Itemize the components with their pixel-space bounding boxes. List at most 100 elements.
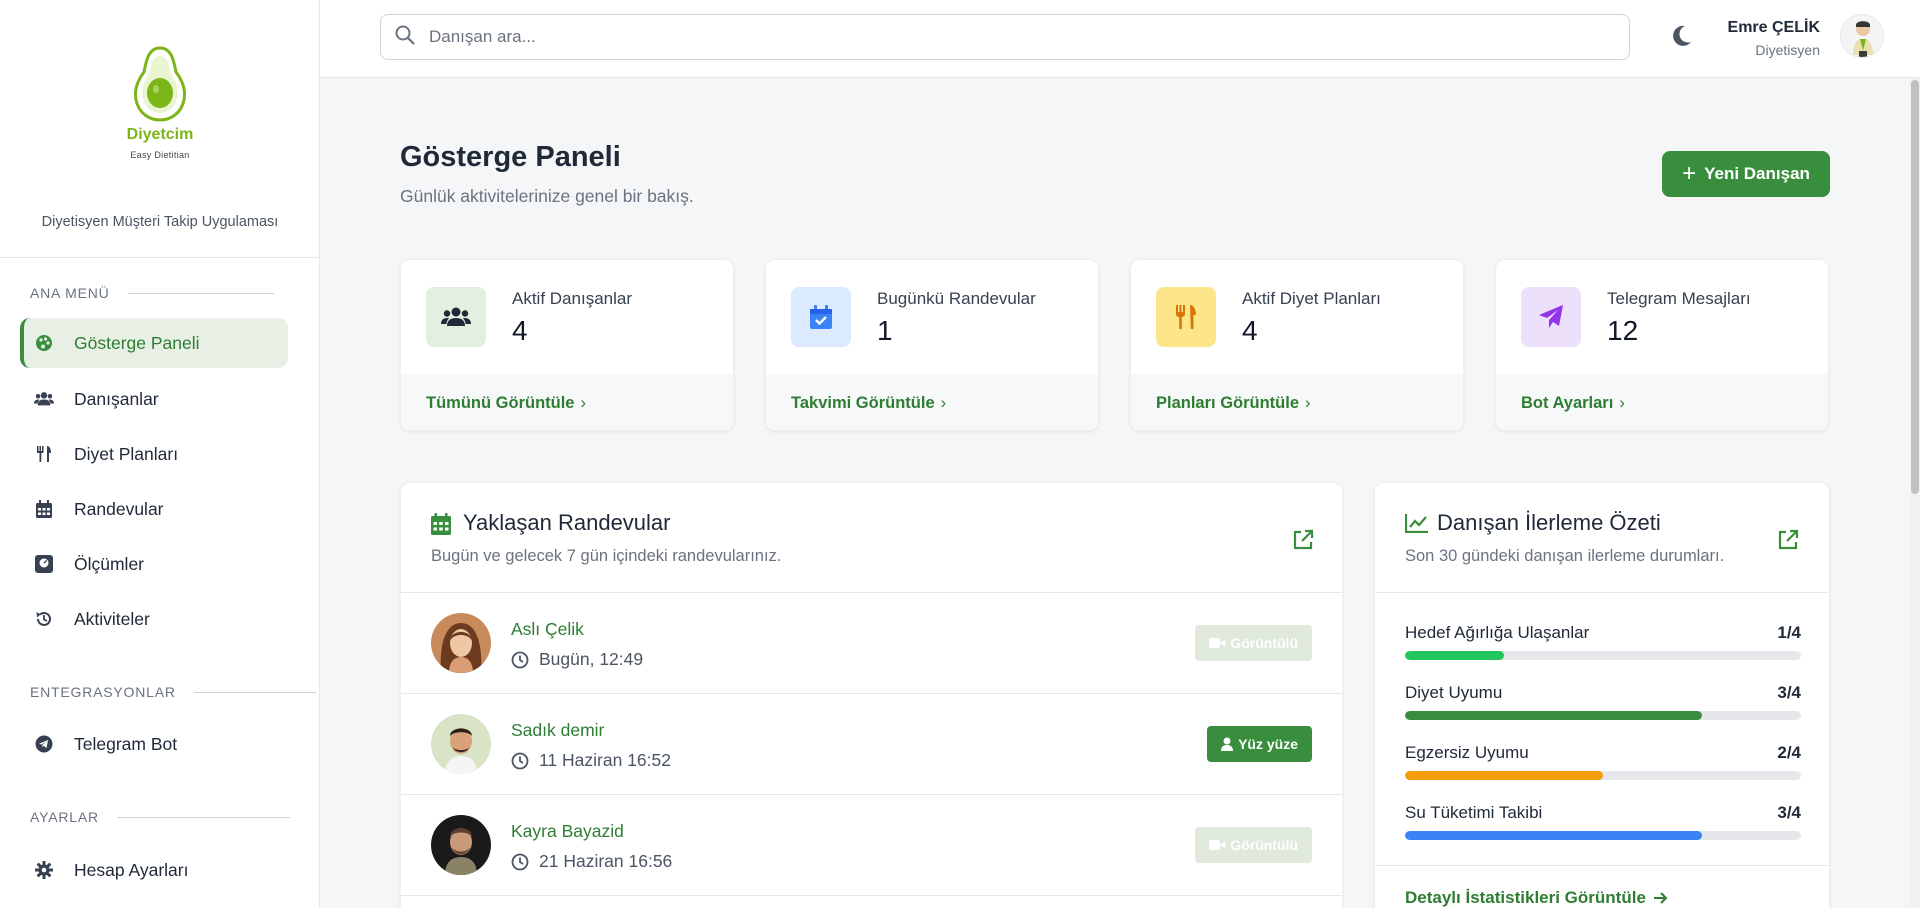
external-link-icon[interactable] — [1292, 529, 1314, 556]
appointment-row[interactable]: Aslı Çelik Bugün, 12:49 Görüntülü — [401, 593, 1342, 694]
stat-card-today-appointments: Bugünkü Randevular 1 Takvimi Görüntüle › — [765, 259, 1099, 431]
sidebar-item-label: Gösterge Paneli — [74, 332, 200, 353]
arrow-right-icon — [1653, 892, 1668, 904]
stat-link-label: Bot Ayarları — [1521, 393, 1614, 412]
panel-header: Danışan İlerleme Özeti Son 30 gündeki da… — [1375, 483, 1829, 593]
progress-label: Su Tüketimi Takibi — [1405, 803, 1543, 822]
sidebar-item-clients[interactable]: Danışanlar — [20, 374, 288, 424]
video-icon — [1209, 638, 1226, 648]
panel-title: Danışan İlerleme Özeti — [1437, 510, 1661, 535]
sidebar-item-diet-plans[interactable]: Diyet Planları — [20, 429, 288, 479]
appointment-row[interactable]: Sadık demir 11 Haziran 16:52 Yüz yüze — [401, 694, 1342, 795]
progress-value: 2/4 — [1777, 743, 1801, 762]
new-client-label: Yeni Danışan — [1704, 164, 1810, 183]
appointment-type-label: Yüz yüze — [1238, 736, 1298, 752]
progress-label: Hedef Ağırlığa Ulaşanlar — [1405, 623, 1590, 642]
panel-header: Yaklaşan Randevular Bugün ve gelecek 7 g… — [401, 483, 1342, 593]
topbar: Emre ÇELİK Diyetisyen — [320, 0, 1920, 78]
new-client-button[interactable]: + Yeni Danışan — [1662, 151, 1830, 197]
chevron-right-icon: › — [1619, 393, 1625, 412]
dark-mode-toggle-icon[interactable] — [1672, 25, 1692, 52]
client-name[interactable]: Aslı Çelik — [511, 619, 584, 640]
appointment-row[interactable]: Kayra Bayazid 21 Haziran 16:56 Görüntülü — [401, 795, 1342, 896]
chevron-right-icon: › — [940, 393, 947, 412]
brand-name: Diyetcim — [126, 126, 194, 143]
progress-value: 1/4 — [1777, 623, 1801, 642]
section-label-text: ANA MENÜ — [30, 285, 110, 301]
appointment-type-label: Görüntülü — [1230, 837, 1298, 853]
clock-icon — [511, 752, 529, 769]
sidebar-item-label: Ölçümler — [74, 553, 145, 574]
chevron-right-icon: › — [580, 393, 586, 412]
clock-icon — [511, 651, 529, 668]
sidebar-item-label: Telegram Bot — [74, 733, 178, 754]
sidebar-item-dashboard[interactable]: Gösterge Paneli — [20, 318, 288, 368]
progress-fill — [1405, 711, 1702, 720]
progress-value: 3/4 — [1777, 683, 1801, 702]
sidebar-item-telegram-bot[interactable]: Telegram Bot — [20, 719, 288, 769]
progress-row: Egzersiz Uyumu 2/4 — [1405, 743, 1801, 780]
progress-label: Diyet Uyumu — [1405, 683, 1503, 702]
avatar — [431, 613, 491, 673]
brand-logo[interactable]: Diyetcim Easy Dietitian — [0, 44, 320, 160]
stat-label: Aktif Diyet Planları — [1242, 289, 1381, 308]
brand-tagline: Easy Dietitian — [130, 150, 190, 160]
upcoming-appointments-panel: Yaklaşan Randevular Bugün ve gelecek 7 g… — [400, 482, 1343, 908]
appointment-type-label: Görüntülü — [1230, 635, 1298, 651]
section-divider — [127, 292, 274, 294]
stat-card-active-clients: Aktif Danışanlar 4 Tümünü Görüntüle › — [400, 259, 734, 431]
client-name[interactable]: Sadık demir — [511, 720, 604, 741]
section-divider — [193, 691, 317, 693]
panel-title: Yaklaşan Randevular — [463, 510, 671, 535]
users-icon — [426, 287, 486, 347]
search-input[interactable] — [429, 27, 1579, 47]
external-link-icon[interactable] — [1777, 529, 1799, 556]
app-description: Diyetisyen Müşteri Takip Uygulaması — [41, 214, 279, 230]
progress-row: Diyet Uyumu 3/4 — [1405, 683, 1801, 720]
view-calendar-link[interactable]: Takvimi Görüntüle › — [766, 374, 1098, 430]
sidebar-item-activities[interactable]: Aktiviteler — [20, 594, 288, 644]
divider — [1375, 865, 1829, 866]
appointment-type-badge: Yüz yüze — [1207, 726, 1312, 762]
bot-settings-link[interactable]: Bot Ayarları › — [1496, 374, 1828, 430]
progress-fill — [1405, 771, 1603, 780]
progress-track — [1405, 651, 1801, 660]
sidebar-item-appointments[interactable]: Randevular — [20, 484, 288, 534]
utensils-icon — [1156, 287, 1216, 347]
sidebar-item-label: Randevular — [74, 498, 164, 519]
client-progress-panel: Danışan İlerleme Özeti Son 30 gündeki da… — [1374, 482, 1830, 908]
stat-value: 4 — [512, 315, 528, 346]
stat-card-active-diet-plans: Aktif Diyet Planları 4 Planları Görüntül… — [1130, 259, 1464, 431]
panel-subtitle: Son 30 gündeki danışan ilerleme durumlar… — [1405, 547, 1725, 565]
calendar-icon — [431, 513, 451, 540]
panel-subtitle: Bugün ve gelecek 7 gün içindeki randevul… — [431, 547, 782, 565]
section-label-text: ENTEGRASYONLAR — [30, 684, 176, 700]
appointment-time-text: Bugün, 12:49 — [539, 649, 644, 669]
chevron-right-icon: › — [1305, 393, 1311, 412]
user-name[interactable]: Emre ÇELİK — [1728, 19, 1820, 37]
sidebar-item-measurements[interactable]: Ölçümler — [20, 539, 288, 589]
history-icon — [34, 609, 54, 629]
detailed-stats-label: Detaylı İstatistikleri Görüntüle — [1405, 888, 1646, 907]
client-name[interactable]: Kayra Bayazid — [511, 821, 624, 842]
sidebar-item-account-settings[interactable]: Hesap Ayarları — [20, 845, 288, 895]
plus-icon: + — [1682, 160, 1697, 187]
stat-value: 4 — [1242, 315, 1258, 346]
palette-icon — [34, 333, 54, 353]
view-plans-link[interactable]: Planları Görüntüle › — [1131, 374, 1463, 430]
users-icon — [34, 389, 54, 409]
sidebar: Diyetcim Easy Dietitian Diyetisyen Müşte… — [0, 0, 320, 908]
stat-card-telegram-messages: Telegram Mesajları 12 Bot Ayarları › — [1495, 259, 1829, 431]
sidebar-item-label: Danışanlar — [74, 388, 159, 409]
appointment-time-text: 21 Haziran 16:56 — [539, 851, 673, 871]
user-avatar[interactable] — [1840, 14, 1884, 58]
scrollbar[interactable] — [1910, 78, 1920, 908]
scrollbar-thumb[interactable] — [1911, 80, 1919, 494]
stat-value: 12 — [1607, 315, 1639, 346]
progress-fill — [1405, 831, 1702, 840]
avatar — [431, 815, 491, 875]
detailed-stats-link[interactable]: Detaylı İstatistikleri Görüntüle — [1405, 888, 1668, 908]
progress-track — [1405, 711, 1801, 720]
search-box[interactable] — [380, 14, 1630, 60]
view-all-clients-link[interactable]: Tümünü Görüntüle › — [401, 374, 733, 430]
